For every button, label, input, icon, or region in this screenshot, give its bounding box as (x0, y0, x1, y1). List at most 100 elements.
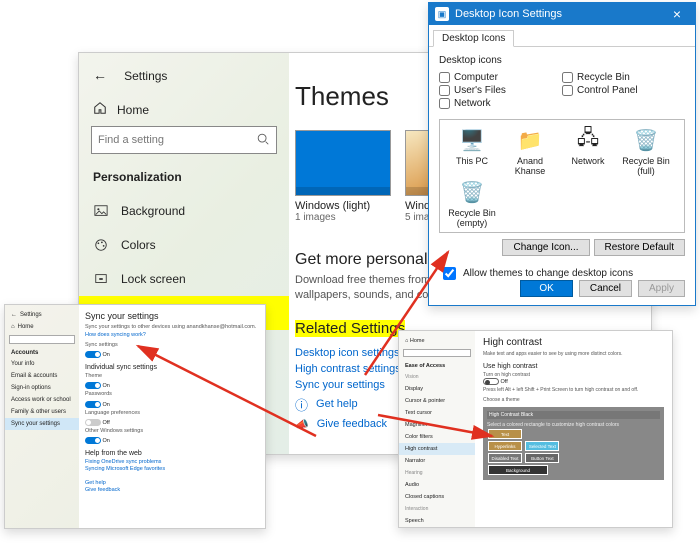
nav-label: Background (121, 204, 185, 218)
sidebar-item-home[interactable]: ⌂ Home (399, 335, 475, 347)
list-item[interactable]: Access work or school (5, 394, 79, 406)
tabstrip: Desktop Icons (429, 25, 695, 47)
group-label: Desktop icons (439, 55, 685, 66)
section-title: Individual sync settings (85, 364, 259, 371)
ok-button[interactable]: OK (520, 280, 572, 297)
swatch-button[interactable]: Button Text (525, 453, 559, 463)
list-item[interactable]: Your info (5, 358, 79, 370)
toggle-theme[interactable]: On (85, 382, 259, 389)
sidebar-item-background[interactable]: Background (79, 194, 289, 228)
toggle-label: Sync settings (85, 342, 259, 349)
apply-button[interactable]: Apply (638, 280, 685, 297)
toggle-high-contrast[interactable]: Off (483, 378, 664, 385)
sync-settings-window: ←Settings ⌂ Home Accounts Your info Emai… (4, 304, 266, 529)
window-title: Settings (124, 65, 167, 87)
theme-preview (295, 130, 391, 196)
theme-thumb[interactable]: Windows (light) 1 images (295, 130, 391, 223)
list-item[interactable]: Sign-in options (5, 382, 79, 394)
help-icon: ⓘ (295, 395, 308, 414)
section-header: Personalization (93, 170, 289, 184)
list-item[interactable]: Narrator (399, 455, 475, 467)
close-icon[interactable]: × (659, 3, 695, 25)
link-help[interactable]: Fixing OneDrive sync problems (85, 459, 259, 465)
toggle-sync[interactable]: On (85, 351, 259, 358)
high-contrast-window: ⌂ Home Ease of Access Vision Display Cur… (398, 330, 673, 528)
list-item[interactable]: Closed captions (399, 491, 475, 503)
tab-desktop-icons[interactable]: Desktop Icons (433, 30, 514, 47)
palette-icon (93, 237, 109, 253)
list-item[interactable]: Display (399, 383, 475, 395)
list-item[interactable]: Color filters (399, 431, 475, 443)
list-item[interactable]: Speech (399, 515, 475, 527)
sidebar: ⌂ Home Ease of Access Vision Display Cur… (399, 331, 475, 527)
icon-network[interactable]: 🖧Network (560, 126, 616, 176)
icon-this-pc[interactable]: 🖥️This PC (444, 126, 500, 176)
get-help[interactable]: Get help (85, 480, 259, 486)
change-icon-button[interactable]: Change Icon... (502, 239, 589, 256)
search-box[interactable]: Find a setting (91, 126, 277, 154)
section-header: Ease of Access (399, 359, 475, 371)
check-control-panel[interactable]: Control Panel (562, 85, 685, 96)
sidebar-item-lockscreen[interactable]: Lock screen (79, 262, 289, 296)
page-title: Sync your settings (85, 311, 259, 321)
dialog-icon: ▣ (435, 7, 449, 21)
list-item[interactable]: Audio (399, 479, 475, 491)
swatch-background[interactable]: Background (488, 465, 548, 475)
swatch-hyperlinks[interactable]: Hyperlinks (488, 441, 522, 451)
icon-recycle-full[interactable]: 🗑️Recycle Bin (full) (618, 126, 674, 176)
list-item[interactable]: Text cursor (399, 407, 475, 419)
restore-default-button[interactable]: Restore Default (594, 239, 685, 256)
swatch-disabled[interactable]: Disabled Text (488, 453, 522, 463)
search-placeholder: Find a setting (98, 134, 256, 146)
list-item[interactable]: Cursor & pointer (399, 395, 475, 407)
section-title: Use high contrast (483, 363, 664, 370)
search-input[interactable] (403, 349, 471, 357)
hint: Press left Alt + left Shift + Print Scre… (483, 387, 664, 393)
theme-preview: High Contrast Black Select a colored rec… (483, 407, 664, 480)
check-recycle-bin[interactable]: Recycle Bin (562, 72, 685, 83)
swatch-text[interactable]: Text (488, 429, 522, 439)
toggle-passwords[interactable]: On (85, 401, 259, 408)
search-icon (256, 132, 270, 149)
theme-name: Windows (light) (295, 200, 391, 212)
search-input[interactable] (9, 335, 75, 344)
check-computer[interactable]: Computer (439, 72, 562, 83)
titlebar: ▣ Desktop Icon Settings × (429, 3, 695, 25)
link-how-sync[interactable]: How does syncing work? (85, 332, 259, 338)
check-users-files[interactable]: User's Files (439, 85, 562, 96)
theme-count: 1 images (295, 212, 391, 223)
sidebar-item-colors[interactable]: Colors (79, 228, 289, 262)
toggle-language[interactable]: Off (85, 419, 259, 426)
nav-label: Lock screen (121, 272, 186, 286)
page-title: High contrast (483, 337, 664, 348)
sidebar-item-home[interactable]: ⌂ Home (5, 321, 79, 333)
section-title: Help from the web (85, 450, 259, 457)
nav-label: Colors (121, 238, 156, 252)
feedback-icon: 📣 (295, 418, 309, 431)
list-item[interactable]: High contrast (399, 443, 475, 455)
desktop-icon-settings-dialog: ▣ Desktop Icon Settings × Desktop Icons … (428, 2, 696, 306)
lock-icon (93, 271, 109, 287)
back-icon[interactable]: ← (89, 65, 111, 87)
home-icon (93, 101, 107, 118)
theme-select[interactable]: High Contrast Black (487, 411, 660, 419)
sidebar-item-home[interactable]: Home (93, 101, 289, 118)
list-item[interactable]: Sync your settings (5, 418, 79, 430)
toggle-other[interactable]: On (85, 437, 259, 444)
sidebar: ←Settings ⌂ Home Accounts Your info Emai… (5, 305, 79, 528)
cancel-button[interactable]: Cancel (579, 280, 632, 297)
sync-desc: Sync your settings to other devices usin… (85, 324, 259, 331)
check-network[interactable]: Network (439, 98, 562, 109)
list-item[interactable]: Magnifier (399, 419, 475, 431)
link-help[interactable]: Syncing Microsoft Edge favorites (85, 466, 259, 472)
swatch-selected[interactable]: Selected Text (525, 441, 559, 451)
icon-recycle-empty[interactable]: 🗑️Recycle Bin (empty) (444, 178, 500, 228)
give-feedback[interactable]: Give feedback (85, 487, 259, 493)
list-item[interactable]: Email & accounts (5, 370, 79, 382)
icon-preview-box: 🖥️This PC 📁Anand Khanse 🖧Network 🗑️Recyc… (439, 119, 685, 233)
icon-user[interactable]: 📁Anand Khanse (502, 126, 558, 176)
list-item[interactable]: Family & other users (5, 406, 79, 418)
picture-icon (93, 203, 109, 219)
dialog-title: Desktop Icon Settings (455, 8, 562, 20)
description: Make text and apps easier to see by usin… (483, 351, 664, 357)
